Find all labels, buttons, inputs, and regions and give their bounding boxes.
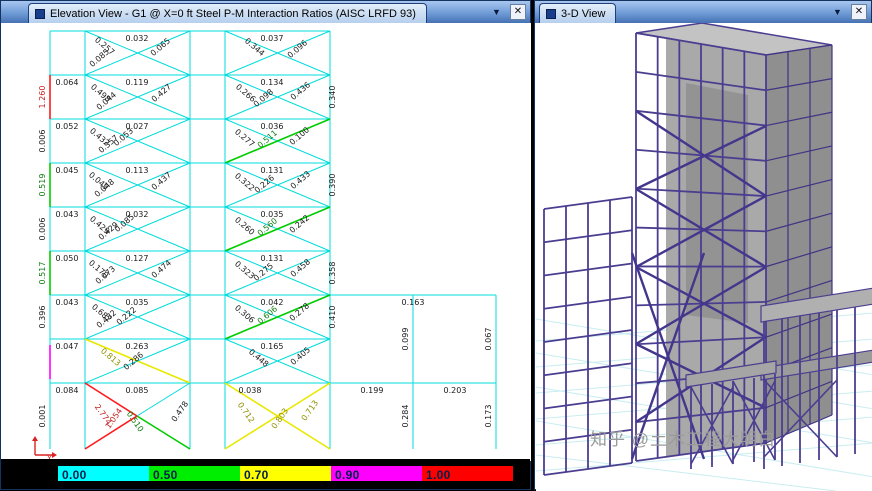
svg-text:0.096: 0.096 [286, 38, 309, 60]
svg-text:0.064: 0.064 [56, 78, 79, 87]
svg-text:0.163: 0.163 [402, 298, 425, 307]
svg-text:0.134: 0.134 [261, 78, 284, 87]
threed-title-tab[interactable]: 3-D View [539, 3, 616, 23]
svg-text:0.517: 0.517 [38, 262, 47, 285]
svg-text:0.099: 0.099 [401, 328, 410, 351]
svg-text:0.131: 0.131 [261, 254, 284, 263]
svg-text:0.173: 0.173 [484, 405, 493, 428]
svg-text:0.410: 0.410 [328, 306, 337, 329]
svg-text:0.084: 0.084 [56, 386, 79, 395]
svg-text:0.712: 0.712 [236, 401, 257, 425]
svg-text:0.038: 0.038 [239, 386, 262, 395]
svg-text:0.045: 0.045 [56, 166, 79, 175]
svg-text:0.478: 0.478 [170, 400, 191, 424]
svg-text:0.396: 0.396 [38, 306, 47, 329]
svg-text:0.284: 0.284 [401, 405, 410, 428]
svg-text:0.560: 0.560 [256, 216, 279, 238]
svg-text:0.436: 0.436 [289, 80, 312, 102]
svg-text:0.713: 0.713 [300, 399, 321, 423]
chevron-down-icon[interactable]: ▼ [490, 5, 503, 20]
threed-canvas[interactable] [536, 23, 872, 491]
svg-text:0.131: 0.131 [261, 166, 284, 175]
svg-text:0.050: 0.050 [56, 254, 79, 263]
svg-text:0.006: 0.006 [38, 130, 47, 153]
threed-view-window: 3-D View ▼ ✕ 知乎 @土木工程大明白 [534, 0, 872, 490]
legend-value-label: 0.00 [62, 468, 87, 482]
legend-value-label: 0.50 [153, 468, 178, 482]
threed-titlebar[interactable]: 3-D View ▼ ✕ [535, 1, 871, 23]
svg-text:0.113: 0.113 [126, 166, 149, 175]
elevation-canvas[interactable]: 0.064 0.052 0.045 0.043 0.050 0.043 0.047 0.084… [2, 23, 531, 461]
svg-text:0.433: 0.433 [289, 169, 312, 191]
svg-text:0.037: 0.037 [261, 34, 284, 43]
svg-text:0.043: 0.043 [56, 210, 79, 219]
legend-value-label: 0.70 [244, 468, 269, 482]
svg-text:0.511: 0.511 [256, 128, 279, 150]
view-icon [35, 9, 45, 19]
elevation-title-tab[interactable]: Elevation View - G1 @ X=0 ft Steel P-M I… [28, 3, 427, 23]
close-icon[interactable]: ✕ [510, 4, 526, 20]
svg-text:0.437: 0.437 [150, 170, 173, 192]
svg-text:0.053: 0.053 [112, 126, 135, 148]
elevation-titlebar[interactable]: Elevation View - G1 @ X=0 ft Steel P-M I… [1, 1, 530, 23]
ratio-color-legend: 0.00 0.50 0.70 0.90 1.00 [1, 459, 530, 489]
svg-text:0.405: 0.405 [289, 345, 312, 367]
elevation-view-window: Elevation View - G1 @ X=0 ft Steel P-M I… [0, 0, 531, 490]
svg-text:0.519: 0.519 [38, 174, 47, 197]
chevron-down-icon[interactable]: ▼ [831, 5, 844, 20]
svg-text:0.043: 0.043 [56, 298, 79, 307]
svg-text:0.390: 0.390 [328, 174, 337, 197]
svg-text:0.032: 0.032 [126, 34, 149, 43]
elevation-title: Elevation View - G1 @ X=0 ft Steel P-M I… [50, 8, 416, 20]
svg-text:0.474: 0.474 [150, 258, 173, 280]
view-icon [546, 9, 556, 19]
svg-text:0.458: 0.458 [289, 257, 312, 279]
svg-text:0.242: 0.242 [288, 213, 311, 235]
svg-text:0.275: 0.275 [252, 261, 275, 283]
svg-text:0.427: 0.427 [150, 82, 173, 104]
svg-text:0.127: 0.127 [126, 254, 149, 263]
svg-text:0.340: 0.340 [328, 86, 337, 109]
threed-title: 3-D View [561, 8, 605, 20]
svg-text:0.358: 0.358 [328, 262, 337, 285]
watermark-text: 知乎 @土木工程大明白 [590, 425, 776, 450]
svg-text:0.199: 0.199 [361, 386, 384, 395]
close-icon[interactable]: ✕ [851, 4, 867, 20]
svg-text:0.100: 0.100 [288, 125, 311, 147]
svg-text:0.001: 0.001 [38, 405, 47, 428]
svg-text:0.098: 0.098 [252, 87, 275, 109]
svg-text:0.067: 0.067 [484, 328, 493, 351]
svg-text:0.065: 0.065 [149, 36, 172, 58]
svg-text:0.263: 0.263 [126, 342, 149, 351]
svg-text:0.286: 0.286 [122, 350, 145, 372]
svg-text:0.052: 0.052 [56, 122, 79, 131]
svg-text:0.035: 0.035 [126, 298, 149, 307]
legend-value-label: 0.90 [335, 468, 360, 482]
legend-value-label: 1.00 [426, 468, 451, 482]
svg-text:0.606: 0.606 [256, 304, 279, 326]
svg-text:0.047: 0.047 [56, 342, 79, 351]
svg-text:0.085: 0.085 [126, 386, 149, 395]
svg-text:0.203: 0.203 [444, 386, 467, 395]
svg-text:0.006: 0.006 [38, 218, 47, 241]
svg-text:0.278: 0.278 [288, 301, 311, 323]
svg-text:0.119: 0.119 [126, 78, 149, 87]
svg-text:1.260: 1.260 [38, 86, 47, 109]
svg-text:0.165: 0.165 [261, 342, 284, 351]
